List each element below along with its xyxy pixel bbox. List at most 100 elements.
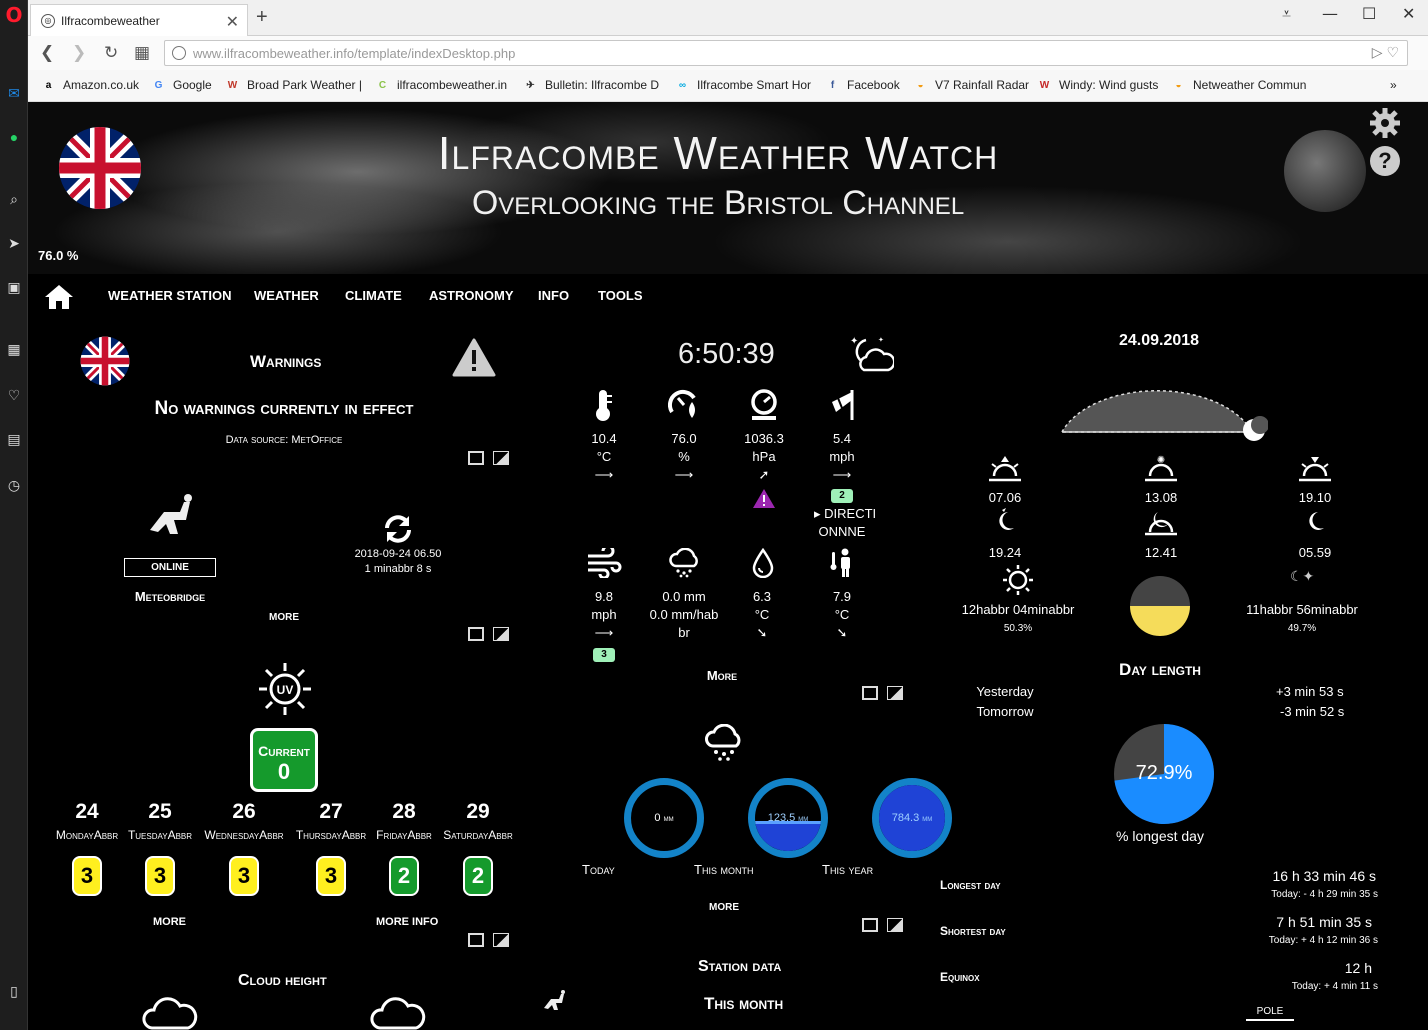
wind-gust-icon xyxy=(588,548,622,578)
svg-text:UV: UV xyxy=(277,683,294,697)
search-icon[interactable]: ⌕ xyxy=(0,188,28,210)
settings-icon[interactable] xyxy=(1368,106,1402,140)
windsock-icon xyxy=(832,390,854,420)
image-icon[interactable] xyxy=(493,933,509,947)
bookmark-favicon-icon: ◒ xyxy=(917,79,924,91)
refresh-icon[interactable] xyxy=(383,514,413,544)
forward-icon[interactable]: ❯ xyxy=(72,43,86,63)
home-icon[interactable] xyxy=(44,284,74,310)
rain-month-fill xyxy=(755,821,821,851)
url-input[interactable]: www.ilfracombeweather.info/template/inde… xyxy=(164,40,1408,66)
rain-year-label: This year xyxy=(822,862,874,877)
shortest-day-value: 7 h 51 min 35 s xyxy=(1276,914,1372,930)
image-icon[interactable] xyxy=(493,451,509,465)
site-subtitle: Overlooking the Bristol Channel xyxy=(471,184,965,222)
help-icon[interactable]: ? xyxy=(1368,144,1402,178)
news-icon[interactable]: ▤ xyxy=(0,428,28,450)
bookmark-label: Netweather Commun xyxy=(1193,78,1307,92)
bookmark-item[interactable]: ✈ Bulletin: Ilfracombe D xyxy=(524,78,659,92)
bookmark-favicon-icon: ✈ xyxy=(526,79,535,91)
dewpoint-reading: 6.3 °C ➘ xyxy=(752,589,772,640)
menu-weather-station[interactable]: WEATHER STATION xyxy=(108,288,232,303)
dewpoint-drop-icon xyxy=(752,548,774,578)
messenger-icon[interactable]: ✉ xyxy=(0,82,28,104)
window-icon[interactable] xyxy=(862,918,878,932)
opera-sidebar: O ✉ ● ⌕ ➤ ▣ ▦ ♡ ▤ ◷ ▯ xyxy=(0,0,28,1030)
back-icon[interactable]: ❮ xyxy=(40,43,54,63)
bookmark-item[interactable]: a Amazon.co.uk xyxy=(42,78,139,92)
history-icon[interactable]: ◷ xyxy=(0,474,28,496)
bookmark-item[interactable]: W Broad Park Weather | xyxy=(226,78,362,92)
rain-more-link[interactable]: MORE xyxy=(709,902,739,913)
uv-more-link[interactable]: MORE xyxy=(153,916,186,928)
bookmark-item[interactable]: G Google xyxy=(152,78,212,92)
uv-forecast-badge: 3 xyxy=(145,856,175,896)
warnings-message: No warnings currently in effect xyxy=(154,398,414,419)
menu-astronomy[interactable]: ASTRONOMY xyxy=(429,288,514,303)
bookmark-item[interactable]: ◒ Netweather Commun xyxy=(1172,78,1306,92)
image-icon[interactable] xyxy=(887,686,903,700)
tab-menu-icon[interactable]: ⩡ xyxy=(1282,4,1291,24)
menu-climate[interactable]: CLIMATE xyxy=(345,288,402,303)
uv-forecast-date: 28 xyxy=(392,800,416,823)
bookmark-item[interactable]: f Facebook xyxy=(826,78,900,92)
bookmark-item[interactable]: ∞ Ilfracombe Smart Hor xyxy=(676,78,811,92)
weather-station-icon xyxy=(150,494,192,534)
uv-forecast-date: 29 xyxy=(466,800,490,823)
current-view-toggle[interactable] xyxy=(862,686,903,700)
feels-like-reading: 7.9 °C ➘ xyxy=(832,589,852,640)
bookmark-label: ilfracombeweather.in xyxy=(397,78,508,92)
uk-flag-small-icon xyxy=(80,336,130,386)
new-tab-icon[interactable]: + xyxy=(256,6,268,29)
bookmarks-overflow-icon[interactable]: » xyxy=(1390,78,1397,92)
uv-current-value: 0 xyxy=(277,759,291,784)
maximize-icon[interactable]: ☐ xyxy=(1362,4,1376,23)
window-icon[interactable] xyxy=(468,933,484,947)
bookmark-label: Google xyxy=(173,78,212,92)
station-status-badge: ONLINE xyxy=(124,558,216,577)
bookmark-item[interactable]: ◒ V7 Rainfall Radar xyxy=(914,78,1029,92)
uv-more-info-link[interactable]: MORE INFO xyxy=(376,916,438,928)
uv-forecast-badge: 3 xyxy=(72,856,102,896)
image-icon[interactable] xyxy=(493,627,509,641)
menu-info[interactable]: INFO xyxy=(538,288,569,303)
barometer-icon xyxy=(751,389,777,420)
browser-tab[interactable]: ◎ Ilfracombeweather ✕ xyxy=(30,4,248,36)
minimize-icon[interactable]: — xyxy=(1322,4,1338,23)
rain-view-toggle[interactable] xyxy=(862,918,903,932)
tabs-grid-icon[interactable]: ▦ xyxy=(134,43,150,63)
send-icon[interactable]: ➤ xyxy=(0,232,28,254)
reload-icon[interactable]: ↻ xyxy=(104,43,118,63)
site-title: Ilfracombe Weather Watch xyxy=(437,127,999,179)
opera-logo-icon[interactable]: O xyxy=(0,3,28,27)
menu-tools[interactable]: TOOLS xyxy=(598,288,643,303)
heart-icon[interactable]: ♡ xyxy=(0,384,28,406)
image-icon[interactable] xyxy=(887,918,903,932)
window-icon[interactable] xyxy=(862,686,878,700)
speed-dial-icon[interactable]: ▦ xyxy=(0,338,28,360)
warnings-view-toggle[interactable] xyxy=(468,451,509,465)
wind-direction-line1: ▸ DIRECTI xyxy=(814,506,877,521)
menu-weather[interactable]: WEATHER xyxy=(254,288,319,303)
close-window-icon[interactable]: ✕ xyxy=(1402,4,1415,23)
current-more-link[interactable]: More xyxy=(692,668,752,683)
site-info-icon[interactable] xyxy=(172,46,186,60)
uv-view-toggle[interactable] xyxy=(468,933,509,947)
svg-text:✦: ✦ xyxy=(878,336,884,344)
bookmark-item[interactable]: Cilfracombeweather.in xyxy=(376,78,507,92)
send-page-icon[interactable]: ▷ ♡ xyxy=(1372,44,1399,61)
camera-icon[interactable]: ▣ xyxy=(0,276,28,298)
close-tab-icon[interactable]: ✕ xyxy=(226,12,239,32)
pole-tab[interactable]: POLE xyxy=(1246,1006,1294,1021)
window-icon[interactable] xyxy=(468,451,484,465)
station-view-toggle[interactable] xyxy=(468,627,509,641)
sunset-time: 19.10 xyxy=(1298,490,1332,505)
window-icon[interactable] xyxy=(468,627,484,641)
day-length-title: Day length xyxy=(1119,660,1201,679)
moonset-icon xyxy=(1309,512,1324,530)
bookmark-item[interactable]: W Windy: Wind gusts xyxy=(1038,78,1159,92)
globe-icon: ◎ xyxy=(41,13,55,28)
sidebar-toggle-icon[interactable]: ▯ xyxy=(0,980,28,1002)
whatsapp-icon[interactable]: ● xyxy=(0,126,28,148)
station-more-link[interactable]: MORE xyxy=(264,612,304,623)
